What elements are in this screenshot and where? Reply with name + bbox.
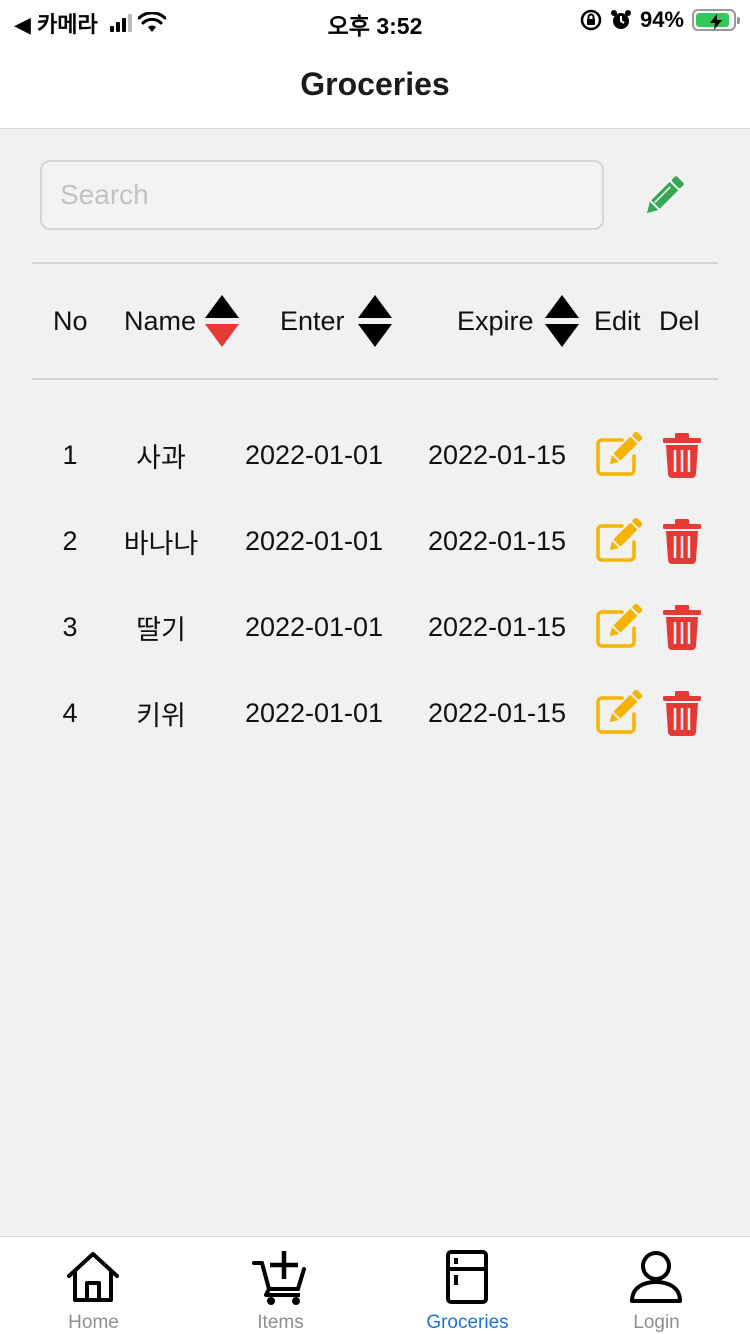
search-input[interactable] bbox=[40, 160, 604, 230]
status-bar: ◀ 카메라 오후 3:52 94% bbox=[0, 0, 750, 40]
tab-items[interactable]: Items bbox=[187, 1237, 374, 1334]
row-enter-date: 2022-01-01 bbox=[244, 439, 384, 470]
row-name: 바나나 bbox=[123, 528, 199, 559]
row-name: 키위 bbox=[136, 700, 186, 731]
tab-login[interactable]: Login bbox=[563, 1237, 750, 1334]
row-no: 3 bbox=[62, 611, 78, 642]
edit-icon[interactable] bbox=[594, 604, 642, 650]
row-expire-date: 2022-01-15 bbox=[427, 697, 567, 728]
row-no: 4 bbox=[62, 697, 78, 728]
row-expire-date: 2022-01-15 bbox=[427, 611, 567, 642]
row-no: 1 bbox=[62, 439, 78, 470]
tab-items-label: Items bbox=[257, 1312, 304, 1333]
column-header-no: No bbox=[53, 305, 88, 336]
add-grocery-button[interactable] bbox=[638, 170, 690, 222]
battery-icon bbox=[692, 9, 740, 31]
tab-bar: Home Items Groceries Login bbox=[0, 1236, 750, 1334]
fridge-icon bbox=[446, 1250, 488, 1304]
table-header-bottom-divider bbox=[32, 378, 718, 380]
column-header-enter: Enter bbox=[280, 264, 395, 378]
column-header-edit: Edit bbox=[594, 305, 641, 336]
page-title: Groceries bbox=[300, 65, 450, 102]
tab-login-label: Login bbox=[633, 1312, 680, 1333]
table-header: No Name Enter Expire Edit Del bbox=[0, 264, 750, 378]
tab-groceries[interactable]: Groceries bbox=[374, 1237, 561, 1334]
table-row: 1 사과 2022-01-01 2022-01-15 bbox=[0, 412, 750, 498]
column-header-enter-label: Enter bbox=[280, 305, 345, 336]
edit-icon[interactable] bbox=[594, 518, 642, 564]
cart-plus-icon bbox=[252, 1251, 306, 1305]
row-expire-date: 2022-01-15 bbox=[427, 439, 567, 470]
trash-icon[interactable] bbox=[658, 432, 706, 478]
battery-percent: 94% bbox=[639, 7, 684, 32]
column-header-expire: Expire bbox=[457, 264, 582, 378]
tab-home-label: Home bbox=[68, 1312, 119, 1333]
sort-enter-icon[interactable] bbox=[355, 293, 395, 349]
column-header-name: Name bbox=[124, 264, 242, 378]
trash-icon[interactable] bbox=[658, 690, 706, 736]
edit-icon[interactable] bbox=[594, 432, 642, 478]
table-row: 4 키위 2022-01-01 2022-01-15 bbox=[0, 670, 750, 756]
home-icon bbox=[67, 1252, 119, 1302]
column-header-del: Del bbox=[659, 305, 700, 336]
row-expire-date: 2022-01-15 bbox=[427, 525, 567, 556]
column-header-name-label: Name bbox=[124, 305, 197, 336]
row-enter-date: 2022-01-01 bbox=[244, 525, 384, 556]
tab-groceries-label: Groceries bbox=[426, 1312, 509, 1333]
user-icon bbox=[630, 1251, 682, 1303]
sort-expire-icon[interactable] bbox=[542, 293, 582, 349]
column-header-expire-label: Expire bbox=[457, 305, 534, 336]
sort-name-icon[interactable] bbox=[202, 293, 242, 349]
row-name: 딸기 bbox=[136, 614, 186, 645]
pencil-icon bbox=[647, 176, 684, 213]
nav-header: Groceries bbox=[0, 40, 750, 129]
tab-home[interactable]: Home bbox=[0, 1237, 187, 1334]
table-row: 3 딸기 2022-01-01 2022-01-15 bbox=[0, 584, 750, 670]
edit-icon[interactable] bbox=[594, 690, 642, 736]
table-row: 2 바나나 2022-01-01 2022-01-15 bbox=[0, 498, 750, 584]
trash-icon[interactable] bbox=[658, 518, 706, 564]
row-no: 2 bbox=[62, 525, 78, 556]
status-bar-right: 94% bbox=[580, 7, 740, 33]
alarm-icon bbox=[610, 10, 631, 29]
row-enter-date: 2022-01-01 bbox=[244, 611, 384, 642]
trash-icon[interactable] bbox=[658, 604, 706, 650]
row-name: 사과 bbox=[136, 442, 186, 473]
orientation-lock-icon bbox=[580, 9, 602, 31]
row-enter-date: 2022-01-01 bbox=[244, 697, 384, 728]
